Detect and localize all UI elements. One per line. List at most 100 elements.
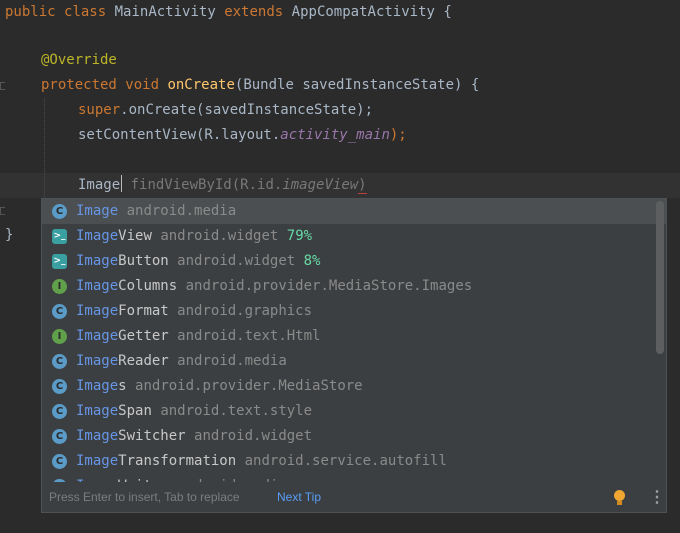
more-options-icon[interactable]: ⋮ xyxy=(649,483,665,512)
completion-item-name: Button xyxy=(118,253,169,269)
class-icon: C xyxy=(52,454,67,469)
class-icon: C xyxy=(52,354,67,369)
class-name: MainActivity xyxy=(114,4,216,20)
completion-item-name: View xyxy=(118,228,152,244)
ghost-field: imageView xyxy=(282,177,359,193)
completion-item-match: Image xyxy=(76,278,119,294)
code-completion-popup[interactable]: C Image android.media >_ ImageView android.… xyxy=(41,198,667,513)
code-line-annotation: @Override xyxy=(41,48,117,73)
annotation: @Override xyxy=(41,52,117,68)
completion-item-name: Switcher xyxy=(118,428,186,444)
completion-item-package: android.widget xyxy=(177,253,296,269)
code-line-set-content-view: setContentView(R.layout.activity_main); xyxy=(78,123,407,148)
completion-item[interactable]: C Image android.media xyxy=(42,199,666,224)
completion-item-match: Image xyxy=(76,453,119,469)
completion-item-score: 8% xyxy=(303,253,321,269)
method-call: .onCreate(savedInstanceState); xyxy=(120,102,374,118)
method-name: onCreate xyxy=(167,77,235,93)
keyword: void xyxy=(125,77,160,93)
completion-footer: Press Enter to insert, Tab to replace Ne… xyxy=(42,483,666,512)
android-view-icon: >_ xyxy=(52,254,67,269)
fold-marker[interactable] xyxy=(0,82,5,90)
completion-item-package: android.media xyxy=(126,203,237,219)
interface-icon: I xyxy=(52,329,67,344)
keyword: class xyxy=(64,4,107,20)
completion-item-package: android.graphics xyxy=(177,303,313,319)
completion-item-name: Columns xyxy=(118,278,178,294)
completion-item[interactable]: C ImageSpan android.text.style xyxy=(42,399,666,424)
completion-item-package: android.text.style xyxy=(160,403,313,419)
completion-item-package: android.provider.MediaStore.Images xyxy=(185,278,473,294)
completion-item-match: Image xyxy=(76,203,119,219)
code-line-closing-brace: } xyxy=(5,223,13,248)
completion-item[interactable]: >_ ImageView android.widget 79% xyxy=(42,224,666,249)
completion-item-match: Image xyxy=(76,328,119,344)
class-icon: C xyxy=(52,404,67,419)
completion-item[interactable]: C ImageReader android.media xyxy=(42,349,666,374)
completion-item-name: Span xyxy=(118,403,152,419)
indent-guide xyxy=(44,98,45,213)
completion-item-name: Format xyxy=(118,303,169,319)
keyword: super xyxy=(78,102,121,118)
fold-marker[interactable] xyxy=(0,207,5,215)
code-line-current[interactable]: Image findViewById(R.id.imageView) xyxy=(78,173,367,198)
completion-item-match: Image xyxy=(76,253,119,269)
completion-item[interactable]: I ImageColumns android.provider.MediaStor… xyxy=(42,274,666,299)
keyword: public xyxy=(5,4,56,20)
completion-scrollbar[interactable] xyxy=(656,201,664,354)
completion-item-package: android.media xyxy=(177,353,287,369)
completion-item[interactable]: C Images android.provider.MediaStore xyxy=(42,374,666,399)
completion-item-name: Writer xyxy=(118,478,169,482)
completion-item-name: Reader xyxy=(118,353,169,369)
class-icon: C xyxy=(52,479,67,482)
class-icon: C xyxy=(52,429,67,444)
completion-item-package: android.service.autofill xyxy=(244,453,447,469)
next-tip-link[interactable]: Next Tip xyxy=(277,483,321,512)
keyword: protected xyxy=(41,77,117,93)
code-line-super-call: super.onCreate(savedInstanceState); xyxy=(78,98,373,123)
completion-item-package: android.media xyxy=(177,478,287,482)
ghost-text: findViewById(R.id. xyxy=(130,177,283,193)
code-line-method-declaration: protected void onCreate(Bundle savedInst… xyxy=(41,73,479,98)
completion-item[interactable]: I ImageGetter android.text.Html xyxy=(42,324,666,349)
completion-item-match: Image xyxy=(76,478,118,482)
keyword: extends xyxy=(224,4,284,20)
completion-item-name: Transformation xyxy=(118,453,237,469)
statement-end: ); xyxy=(389,127,407,143)
completion-item-package: android.text.Html xyxy=(177,328,321,344)
completion-item-name: Getter xyxy=(118,328,169,344)
typed-text: Image xyxy=(78,177,121,193)
android-view-icon: >_ xyxy=(52,229,67,244)
method-params: (Bundle savedInstanceState) { xyxy=(234,77,480,93)
completion-item-name: s xyxy=(118,378,127,394)
completion-item-match: Image xyxy=(76,403,119,419)
text-caret xyxy=(121,175,123,192)
super-class-name: AppCompatActivity xyxy=(291,4,435,20)
brace: } xyxy=(5,227,14,243)
completion-item[interactable]: C ImageWriter android.media xyxy=(42,474,666,482)
lightbulb-icon[interactable] xyxy=(614,490,625,505)
static-field: activity_main xyxy=(280,127,390,143)
completion-list[interactable]: C Image android.media >_ ImageView android.… xyxy=(42,199,666,482)
completion-item[interactable]: C ImageFormat android.graphics xyxy=(42,299,666,324)
ghost-text-end: ) xyxy=(358,177,367,194)
class-icon: C xyxy=(52,379,67,394)
method-call: setContentView(R.layout. xyxy=(78,127,281,143)
completion-item-score: 79% xyxy=(286,228,313,244)
completion-item[interactable]: C ImageTransformation android.service.aut… xyxy=(42,449,666,474)
completion-item[interactable]: >_ ImageButton android.widget 8% xyxy=(42,249,666,274)
brace: { xyxy=(443,4,452,20)
completion-item-package: android.widget xyxy=(160,228,279,244)
completion-item-match: Image xyxy=(76,428,119,444)
completion-item-match: Image xyxy=(76,353,119,369)
completion-item-package: android.widget xyxy=(194,428,313,444)
completion-item-match: Image xyxy=(76,228,119,244)
completion-item-package: android.provider.MediaStore xyxy=(135,378,363,394)
class-icon: C xyxy=(52,204,67,219)
completion-item[interactable]: C ImageSwitcher android.widget xyxy=(42,424,666,449)
code-line-class-declaration: public class MainActivity extends AppCom… xyxy=(5,0,452,25)
completion-item-match: Image xyxy=(76,378,119,394)
interface-icon: I xyxy=(52,279,67,294)
completion-item-match: Image xyxy=(76,303,119,319)
completion-hint: Press Enter to insert, Tab to replace xyxy=(49,490,240,504)
